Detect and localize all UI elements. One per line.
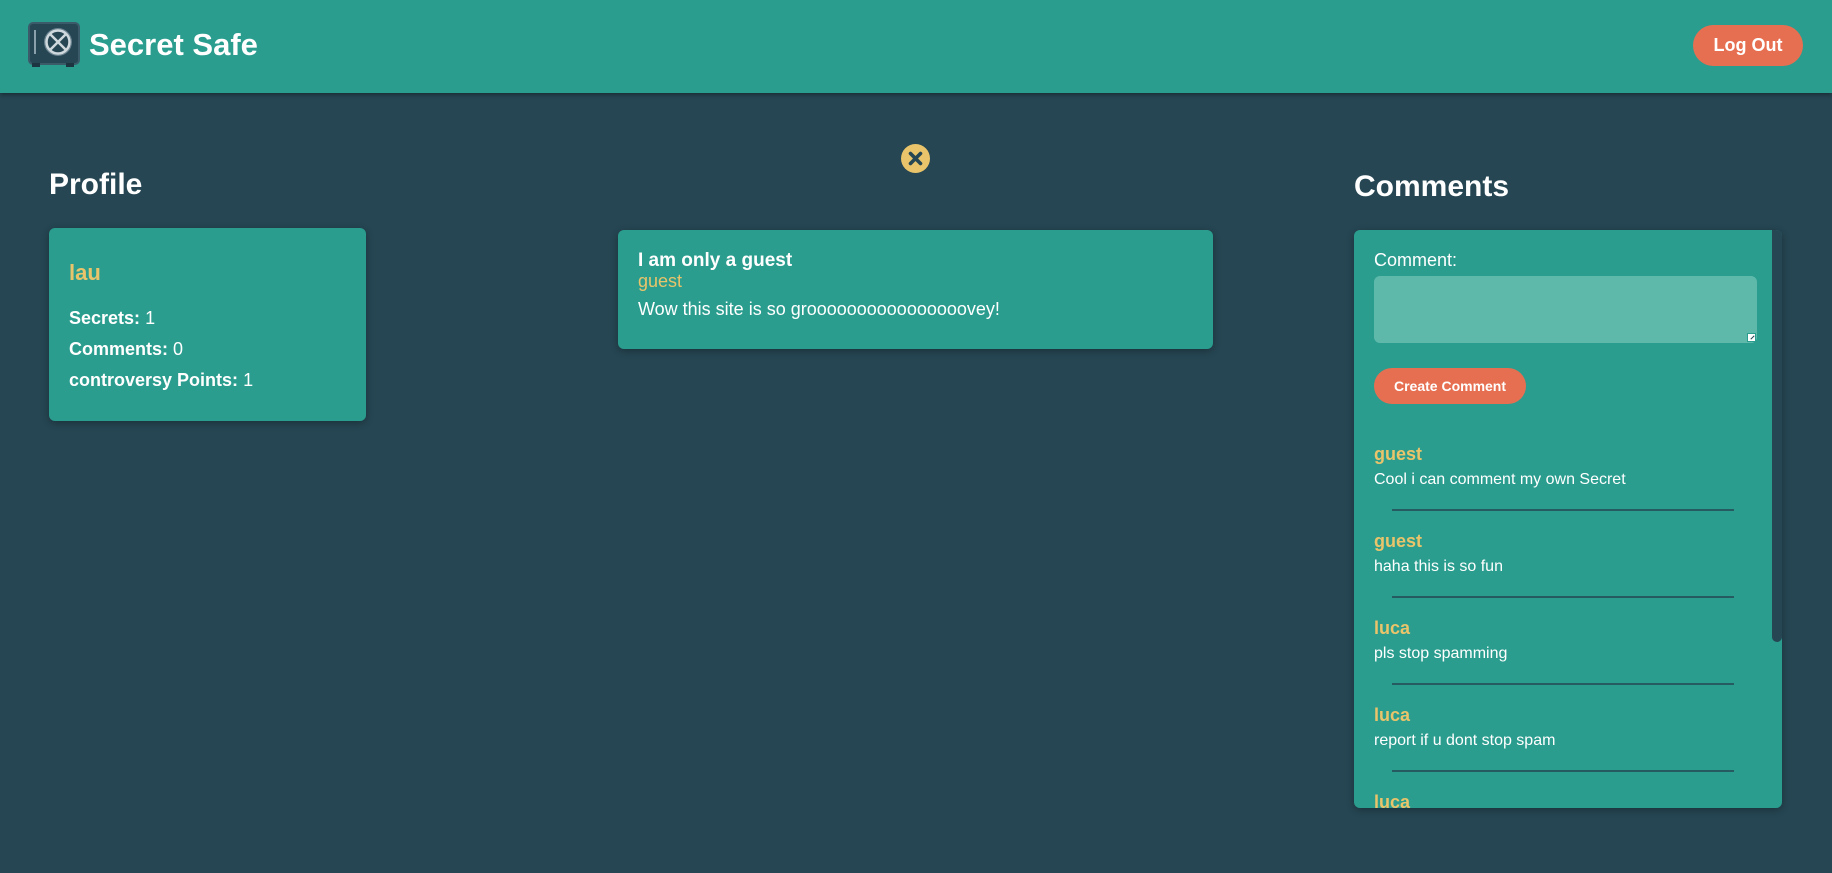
comment-divider [1392, 509, 1734, 511]
app-title: Secret Safe [89, 27, 258, 62]
comment-author: luca [1374, 792, 1411, 808]
comment-input[interactable] [1374, 276, 1757, 343]
comment-text: report if u dont stop spam [1374, 732, 1556, 749]
comments-stat-label: Comments: [69, 339, 169, 359]
comment-input-label: Comment: [1374, 250, 1458, 270]
secret-card: I am only a guest guest Wow this site is… [618, 230, 1213, 349]
comment-text: haha this is so fun [1374, 558, 1503, 575]
comment-author: guest [1374, 444, 1423, 464]
comment-item: luca report if u dont stop spam [1374, 705, 1734, 750]
secret-author[interactable]: guest [638, 271, 682, 292]
safe-icon [28, 22, 80, 68]
comments-stat-value: 0 [173, 339, 184, 359]
comments-scrollbar[interactable] [1772, 230, 1782, 642]
comment-divider [1392, 683, 1734, 685]
comment-item: luca [1374, 792, 1734, 808]
comment-author: guest [1374, 531, 1423, 551]
comment-author: luca [1374, 618, 1411, 638]
controversy-points-value: 1 [243, 370, 254, 390]
comments-panel: Comment: Create Comment guest Cool i can… [1354, 230, 1782, 808]
comments-heading: Comments [1354, 170, 1510, 203]
comments-stat: Comments: 0 [69, 339, 183, 360]
secrets-stat-label: Secrets: [69, 308, 141, 328]
create-comment-button[interactable]: Create Comment [1374, 368, 1526, 404]
comment-divider [1392, 596, 1734, 598]
profile-card: lau Secrets: 1 Comments: 0 controversy P… [49, 228, 366, 421]
comment-text: pls stop spamming [1374, 645, 1508, 662]
comment-item: guest Cool i can comment my own Secret [1374, 444, 1734, 489]
comment-item: luca pls stop spamming [1374, 618, 1734, 663]
textarea-resize-handle[interactable] [1747, 333, 1756, 342]
comment-text: Cool i can comment my own Secret [1374, 471, 1626, 488]
top-navbar: Secret Safe Log Out [0, 0, 1832, 93]
profile-heading: Profile [49, 168, 143, 201]
secrets-stat-value: 1 [145, 308, 156, 328]
comment-divider [1392, 770, 1734, 772]
comment-author: luca [1374, 705, 1411, 725]
logout-button[interactable]: Log Out [1693, 25, 1803, 66]
profile-username: lau [69, 260, 101, 285]
secret-body: Wow this site is so groooooooooooooooove… [638, 299, 1000, 319]
secret-title: I am only a guest [638, 250, 793, 271]
comment-item: guest haha this is so fun [1374, 531, 1734, 576]
close-icon[interactable] [901, 144, 930, 173]
controversy-points-stat: controversy Points: 1 [69, 370, 253, 391]
secrets-stat: Secrets: 1 [69, 308, 155, 329]
controversy-points-label: controversy Points: [69, 370, 239, 390]
